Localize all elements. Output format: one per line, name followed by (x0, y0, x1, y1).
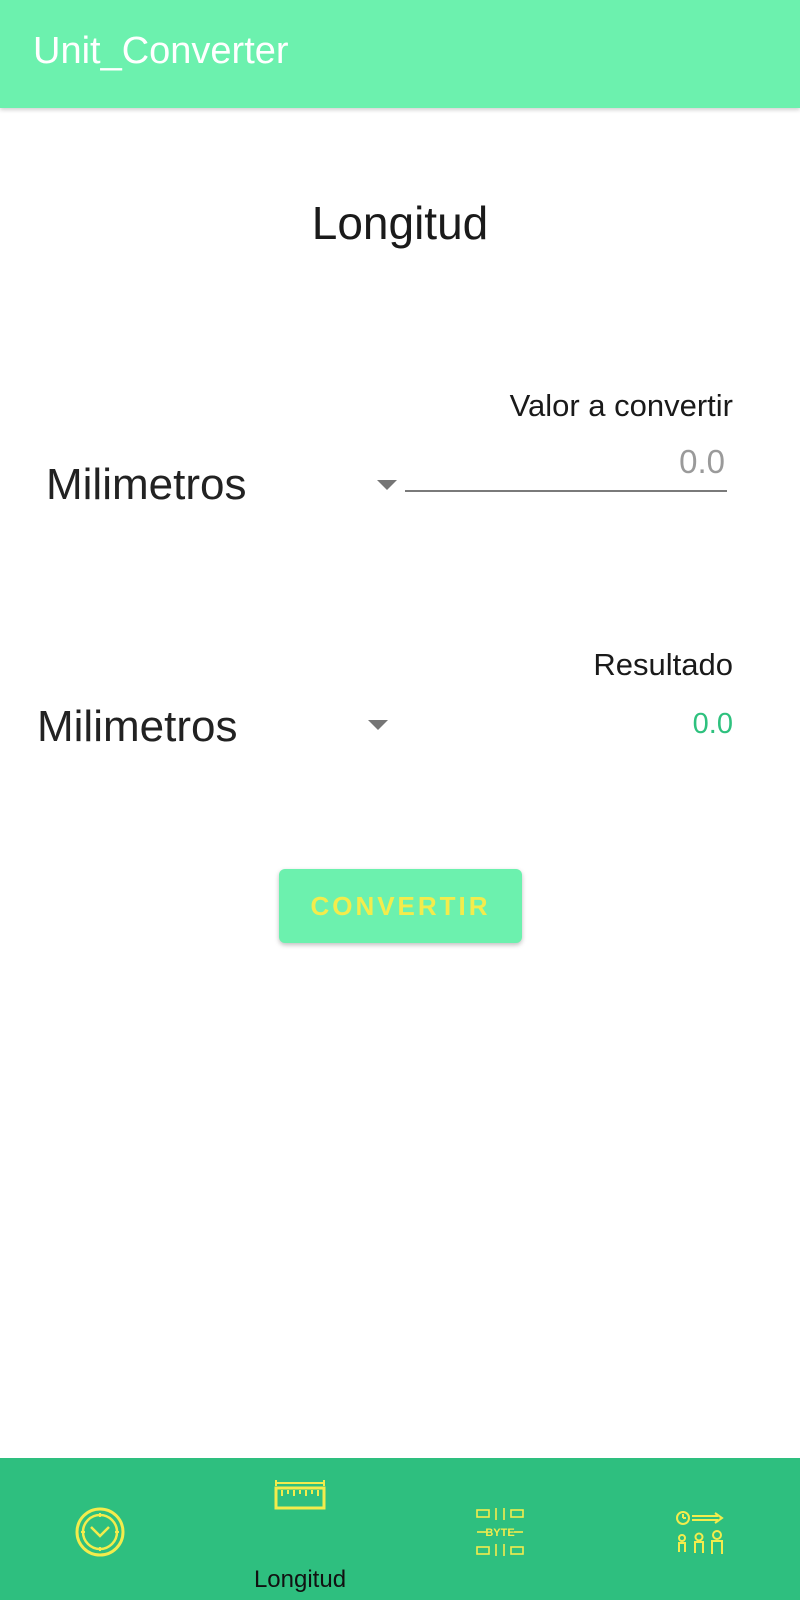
ruler-icon (274, 1480, 326, 1510)
bottom-navigation: Longitud BYTE (0, 1458, 800, 1600)
result-value: 0.0 (692, 708, 733, 740)
result-label: Resultado (593, 647, 733, 682)
from-unit-value: Milimetros (46, 460, 247, 509)
dropdown-arrow-icon (377, 480, 397, 490)
dropdown-arrow-icon (368, 720, 388, 730)
value-input[interactable] (405, 440, 727, 484)
value-input-field[interactable] (405, 440, 727, 492)
convert-button[interactable]: CONVERTIR (279, 869, 522, 943)
nav-item-speed[interactable] (600, 1458, 800, 1600)
app-title: Unit_Converter (33, 30, 289, 72)
speed-icon (676, 1511, 724, 1554)
nav-item-length[interactable]: Longitud (200, 1458, 400, 1600)
page-title: Longitud (311, 197, 489, 249)
svg-text:BYTE: BYTE (485, 1527, 514, 1539)
to-unit-value: Milimetros (37, 702, 238, 751)
app-bar: Unit_Converter (0, 0, 800, 108)
nav-item-data[interactable]: BYTE (400, 1458, 600, 1600)
clock-icon (75, 1507, 125, 1557)
byte-icon: BYTE (476, 1508, 524, 1556)
input-label: Valor a convertir (509, 388, 733, 423)
nav-label-length: Longitud (253, 1566, 347, 1593)
nav-item-time[interactable] (0, 1458, 200, 1600)
